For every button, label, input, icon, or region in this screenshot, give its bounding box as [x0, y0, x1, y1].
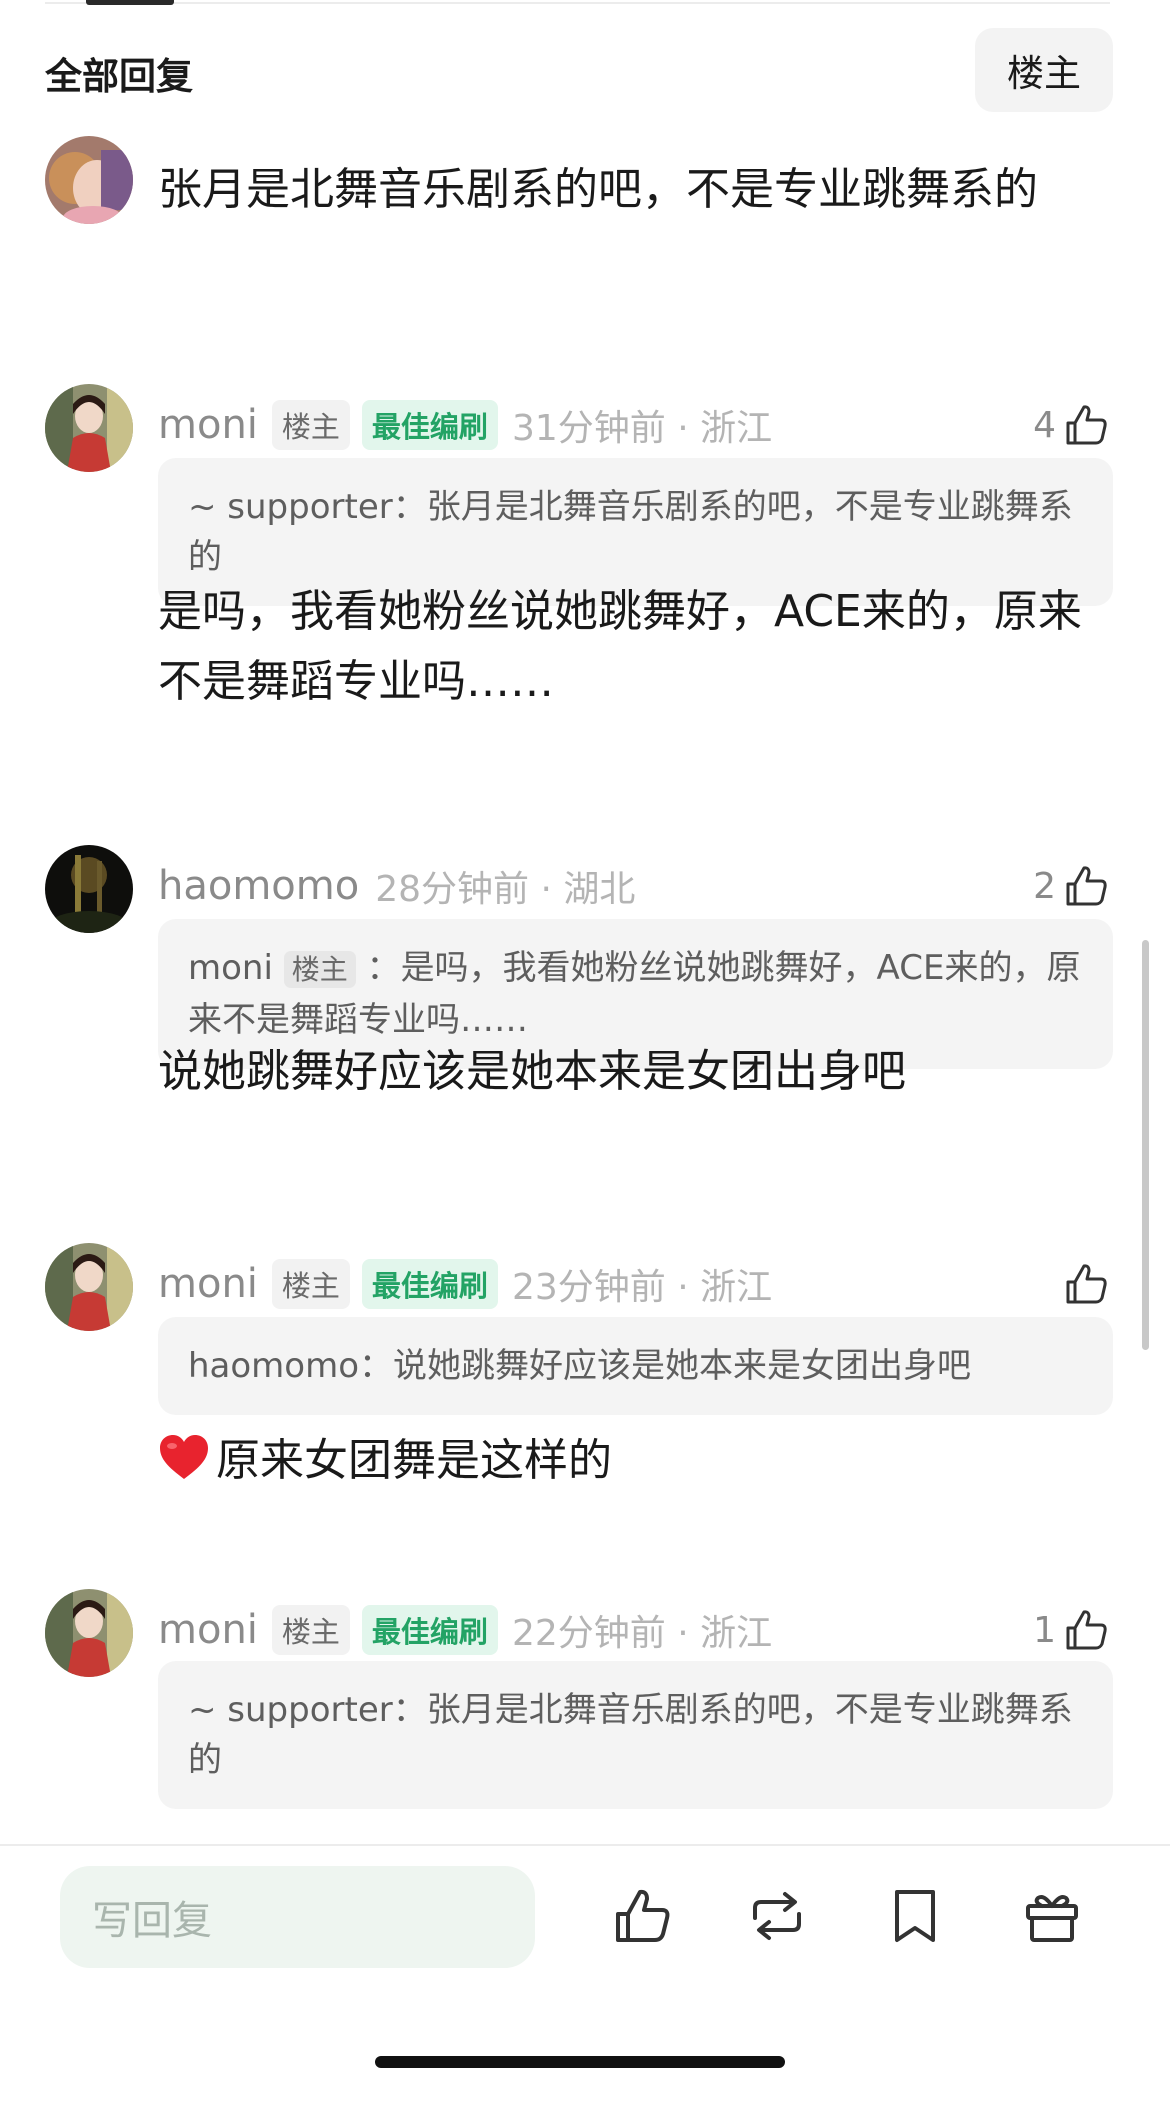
like-count: 4	[1033, 404, 1056, 446]
comment-body: 张月是北舞音乐剧系的吧，不是专业跳舞系的	[158, 164, 1038, 215]
comment-meta: moni 楼主 最佳编刷 23分钟前 · 浙江	[158, 1259, 772, 1309]
home-indicator[interactable]	[375, 2056, 785, 2068]
comment-meta: moni 楼主 最佳编刷 22分钟前 · 浙江	[158, 1605, 772, 1655]
active-tab-indicator	[86, 0, 174, 5]
avatar-image	[45, 384, 133, 472]
comment-body: 是吗，我看她粉丝说她跳舞好，ACE来的，原来不是舞蹈专业吗……	[158, 586, 1082, 707]
quote-user: moni	[188, 948, 273, 988]
owner-only-button[interactable]: 楼主	[975, 28, 1113, 112]
quote-owner-tag: 楼主	[283, 951, 356, 988]
username[interactable]: moni	[158, 1261, 258, 1307]
like-button[interactable]: 2	[1033, 859, 1110, 913]
repost-icon[interactable]	[745, 1884, 809, 1948]
quoted-reply[interactable]: ~ supporter：张月是北舞音乐剧系的吧，不是专业跳舞系的	[158, 1661, 1113, 1809]
quote-separator: ：	[392, 487, 427, 527]
thumb-up-icon	[1066, 405, 1107, 445]
timestamp-location: 28分钟前 · 湖北	[375, 869, 636, 910]
like-button[interactable]	[1062, 1257, 1110, 1311]
avatar-image	[45, 1243, 133, 1331]
avatar[interactable]	[45, 136, 133, 224]
comment-body: 原来女团舞是这样的	[158, 1426, 1113, 1496]
owner-tag: 楼主	[271, 1259, 350, 1309]
top-divider	[45, 0, 1110, 4]
timestamp-location: 31分钟前 · 浙江	[511, 408, 773, 449]
avatar-image	[45, 1589, 133, 1677]
quote-separator: ：	[392, 1690, 427, 1730]
thumb-up-icon	[1066, 1610, 1107, 1650]
reply-input[interactable]: 写回复	[60, 1866, 535, 1968]
timestamp-location: 22分钟前 · 浙江	[511, 1613, 773, 1654]
page-title: 全部回复	[45, 55, 193, 98]
avatar-image	[45, 845, 133, 933]
quoted-reply[interactable]: haomomo：说她跳舞好应该是她本来是女团出身吧	[158, 1317, 1113, 1415]
comment-feed[interactable]: 张月是北舞音乐剧系的吧，不是专业跳舞系的 moni 楼主 最佳编刷 31分钟前 …	[0, 112, 1170, 1844]
comment-meta: moni 楼主 最佳编刷 31分钟前 · 浙江	[158, 400, 772, 450]
quote-separator: ：	[355, 948, 401, 988]
username[interactable]: haomomo	[158, 863, 359, 909]
reply-header: 全部回复 楼主	[0, 28, 1170, 112]
best-editor-tag: 最佳编刷	[361, 1259, 498, 1309]
thumb-up-icon	[1066, 1264, 1107, 1304]
owner-tag: 楼主	[271, 1605, 350, 1655]
avatar[interactable]	[45, 845, 133, 933]
like-button[interactable]: 4	[1033, 398, 1110, 452]
quote-separator: ：	[359, 1346, 394, 1386]
username[interactable]: moni	[158, 402, 258, 448]
like-count: 2	[1033, 865, 1056, 907]
best-editor-tag: 最佳编刷	[361, 1605, 498, 1655]
quote-user: haomomo	[188, 1346, 360, 1386]
avatar-image	[45, 136, 133, 224]
comment-meta: haomomo 28分钟前 · 湖北	[158, 861, 635, 911]
username[interactable]: moni	[158, 1607, 258, 1653]
bookmark-icon[interactable]	[883, 1884, 947, 1948]
comment-body: 说她跳舞好应该是她本来是女团出身吧	[158, 1046, 906, 1097]
like-button[interactable]: 1	[1033, 1603, 1110, 1657]
comment-body-text: 原来女团舞是这样的	[216, 1435, 612, 1486]
gift-icon[interactable]	[1020, 1884, 1084, 1948]
scrollbar[interactable]	[1142, 940, 1149, 1350]
like-count: 1	[1033, 1609, 1056, 1651]
avatar[interactable]	[45, 384, 133, 472]
quote-text: 说她跳舞好应该是她本来是女团出身吧	[393, 1346, 972, 1386]
heart-icon	[160, 1435, 208, 1479]
best-editor-tag: 最佳编刷	[361, 400, 498, 450]
thumb-up-icon	[1066, 866, 1107, 906]
avatar[interactable]	[45, 1589, 133, 1677]
thumb-up-icon[interactable]	[610, 1884, 674, 1948]
timestamp-location: 23分钟前 · 浙江	[511, 1267, 773, 1308]
quote-user: ~ supporter	[188, 1690, 393, 1730]
quote-user: ~ supporter	[188, 487, 393, 527]
avatar[interactable]	[45, 1243, 133, 1331]
bottom-action-bar: 写回复	[0, 1844, 1170, 2111]
owner-tag: 楼主	[271, 400, 350, 450]
